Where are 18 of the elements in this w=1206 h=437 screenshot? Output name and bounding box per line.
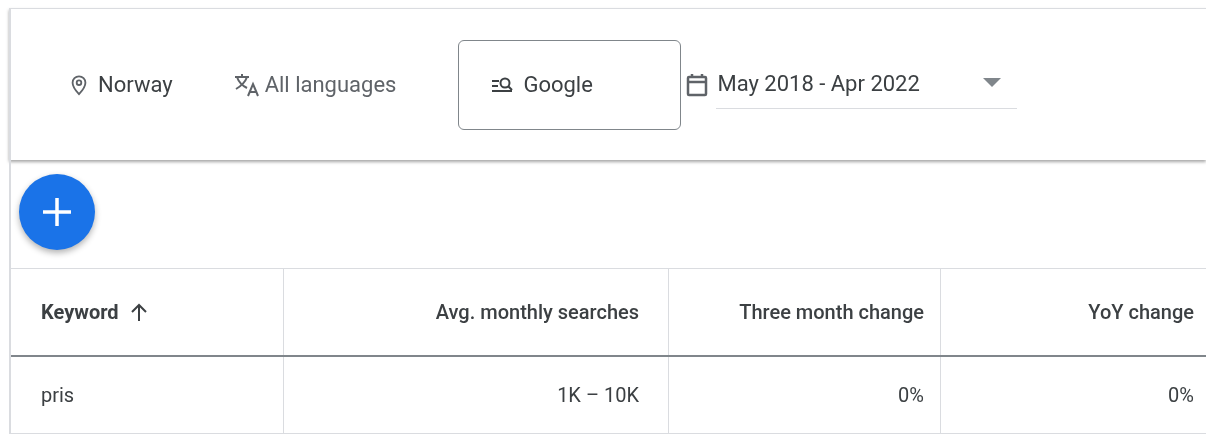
location-filter[interactable]: Norway	[68, 68, 173, 101]
column-header[interactable]: Three month change	[739, 297, 924, 327]
sort-up-arrow-icon	[130, 303, 147, 321]
translate-icon	[232, 71, 261, 98]
date-range-dropdown[interactable]: May 2018 - Apr 2022	[716, 58, 1018, 109]
table-cell-text: 1K – 10K	[557, 382, 639, 409]
calendar-icon	[686, 72, 709, 97]
table-cell-text: pris	[41, 382, 75, 409]
dropdown-caret-icon	[983, 78, 1002, 88]
column-header[interactable]: Keyword	[41, 297, 147, 327]
table-cell-text: 0%	[898, 382, 924, 409]
table-cell-text: 0%	[1168, 382, 1194, 409]
plus-icon	[41, 196, 73, 228]
add-button[interactable]	[19, 174, 95, 250]
column-header[interactable]: YoY change	[1088, 297, 1194, 327]
column-header[interactable]: Avg. monthly searches	[435, 297, 639, 327]
language-filter[interactable]: All languages	[232, 68, 397, 101]
network-selector[interactable]: Google	[458, 39, 682, 130]
